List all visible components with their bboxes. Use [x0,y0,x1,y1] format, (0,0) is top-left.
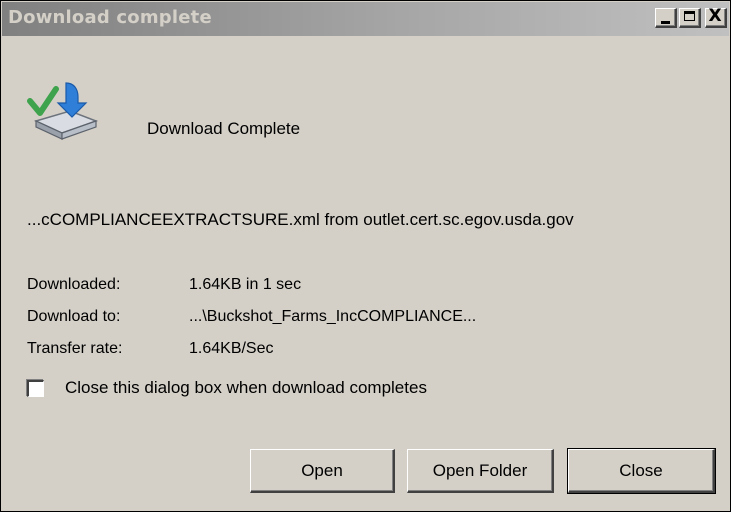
info-label: Downloaded: [27,276,121,293]
title-bar[interactable]: Download complete X [2,2,729,36]
open-button[interactable]: Open [250,449,395,493]
download-complete-dialog: Download complete X Download Complete ..… [0,0,731,512]
close-button[interactable]: Close [567,448,716,494]
close-icon: X [708,6,722,26]
close-on-complete-label[interactable]: Close this dialog box when download comp… [65,378,427,398]
close-on-complete-checkbox[interactable] [27,380,44,397]
download-complete-icon [27,82,99,140]
minimize-button[interactable] [655,8,677,28]
maximize-button[interactable] [679,8,701,28]
info-label: Transfer rate: [27,340,123,357]
info-value: 1.64KB in 1 sec [189,276,302,293]
file-source-text: ...cCOMPLIANCEEXTRACTSURE.xml from outle… [27,210,574,229]
window-title: Download complete [8,7,212,28]
info-value: 1.64KB/Sec [189,340,274,357]
dialog-header: Download Complete [147,119,301,138]
title-close-button[interactable]: X [705,6,727,28]
maximize-icon [684,11,695,21]
open-folder-button[interactable]: Open Folder [407,449,554,493]
minimize-icon [661,21,670,24]
info-label: Download to: [27,308,121,325]
info-value: ...\Buckshot_Farms_IncCOMPLIANCE... [189,308,477,325]
